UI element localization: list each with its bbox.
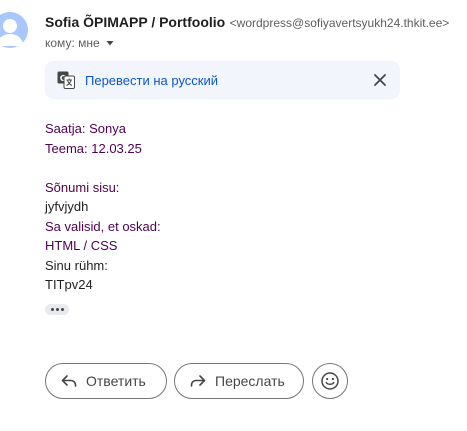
body-line-group-value: TITpv24 bbox=[45, 277, 93, 292]
forward-button[interactable]: Переслать bbox=[174, 363, 304, 399]
body-line-sender: Saatja: Sonya bbox=[45, 121, 126, 136]
sender-email: <wordpress@sofiyavertsyukh24.thkit.ee> bbox=[229, 16, 450, 30]
translate-icon: G bbox=[57, 71, 75, 89]
translate-bar: G Перевести на русский bbox=[45, 61, 400, 99]
translate-link[interactable]: Перевести на русский bbox=[85, 73, 218, 88]
close-icon[interactable] bbox=[370, 70, 390, 90]
reply-label: Ответить bbox=[86, 373, 146, 389]
reply-icon bbox=[61, 375, 77, 387]
message-body: Saatja: Sonya Teema: 12.03.25 Sõnumi sis… bbox=[45, 119, 161, 295]
recipient-label: кому: мне bbox=[45, 36, 100, 50]
body-line-skills-value: HTML / CSS bbox=[45, 238, 118, 253]
forward-icon bbox=[190, 375, 206, 387]
body-line-skills-label: Sa valisid, et oskad: bbox=[45, 218, 161, 234]
reply-button[interactable]: Ответить bbox=[45, 363, 167, 399]
sender-name[interactable]: Sofia ÕPIMAPP / Portfoolio bbox=[45, 14, 225, 30]
body-line-content-value: jyfvjydh bbox=[45, 199, 89, 214]
forward-label: Переслать bbox=[215, 373, 285, 389]
body-line-content-label: Sõnumi sisu: bbox=[45, 179, 120, 195]
sender-avatar-icon[interactable] bbox=[0, 12, 28, 48]
more-dots-icon[interactable] bbox=[45, 304, 69, 315]
body-line-blank bbox=[45, 158, 161, 178]
caret-down-icon[interactable] bbox=[104, 37, 116, 49]
email-view: Sofia ÕPIMAPP / Portfoolio <wordpress@so… bbox=[0, 0, 467, 431]
recipient-details[interactable]: кому: мне bbox=[45, 36, 116, 50]
emoji-icon bbox=[321, 372, 339, 390]
body-line-group-label: Sinu rühm: bbox=[45, 257, 108, 273]
body-line-subject: Teema: 12.03.25 bbox=[45, 140, 142, 156]
sender-line: Sofia ÕPIMAPP / Portfoolio <wordpress@so… bbox=[45, 14, 449, 32]
emoji-reaction-button[interactable] bbox=[312, 363, 348, 399]
